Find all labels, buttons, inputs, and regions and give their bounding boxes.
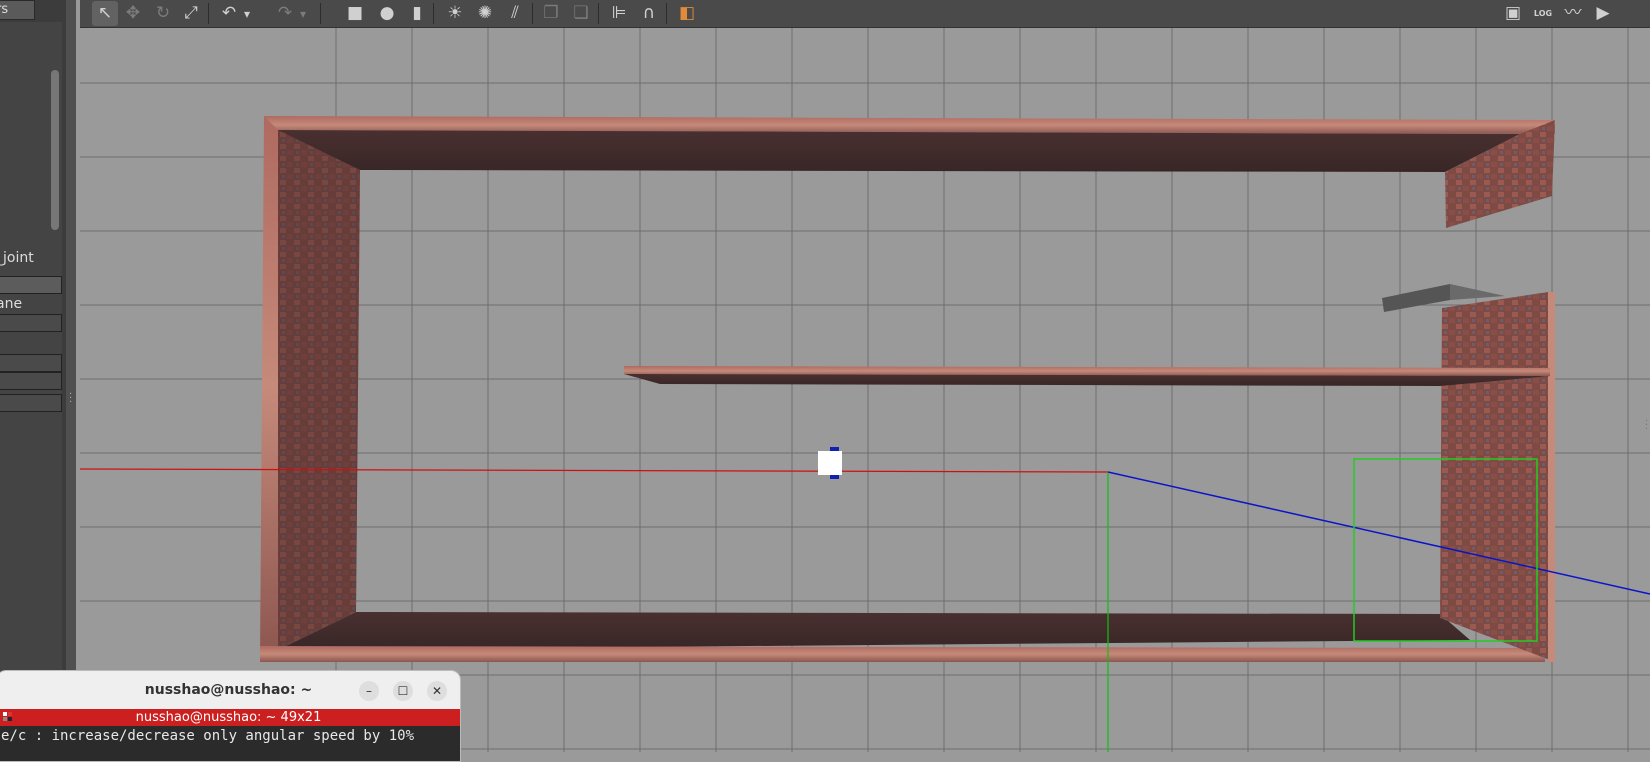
robot-model xyxy=(818,447,842,479)
wall-bottom xyxy=(260,612,1545,662)
sphere-shape-icon[interactable]: ● xyxy=(374,1,400,26)
right-splitter-grip-icon[interactable]: · · · xyxy=(1645,417,1648,435)
terminal-title: nusshao@nusshao: ~ xyxy=(144,682,313,698)
toolbar: ↖ ✥ ↻ ⤢ ↶ ▾ ↷ ▾ ■ ● ▮ ☀ ✺ ⫽ ❐ ❏ ⊫ ∩ ◧ ▣ … xyxy=(80,0,1650,28)
plot-icon[interactable]: 〰 xyxy=(1560,1,1586,26)
video-record-icon[interactable]: ▶ xyxy=(1590,1,1616,26)
scale-mode-icon[interactable]: ⤢ xyxy=(178,1,204,26)
change-view-icon[interactable]: ◧ xyxy=(674,1,700,26)
model-tree: _joint ane xyxy=(0,22,62,674)
translate-mode-icon[interactable]: ✥ xyxy=(120,1,146,26)
tree-row[interactable] xyxy=(0,314,62,332)
scene-render xyxy=(80,28,1650,752)
select-mode-icon[interactable]: ↖ xyxy=(92,1,118,26)
tree-item-joint[interactable]: _joint xyxy=(0,248,62,268)
tree-row[interactable] xyxy=(0,394,62,412)
layers-tab[interactable]: ers xyxy=(0,0,35,20)
wall-top xyxy=(264,116,1555,228)
redo-icon[interactable]: ↷ xyxy=(272,1,298,26)
terminal-output-line: e/c : increase/decrease only angular spe… xyxy=(1,728,415,744)
tree-row-selected[interactable] xyxy=(0,276,62,294)
rotate-mode-icon[interactable]: ↻ xyxy=(150,1,176,26)
undo-icon[interactable]: ↶ xyxy=(216,1,242,26)
toolbar-separator xyxy=(433,3,434,24)
grey-slab xyxy=(1382,284,1450,312)
toolbar-separator xyxy=(208,3,209,24)
directional-light-icon[interactable]: ⫽ xyxy=(502,1,528,26)
terminal-window[interactable]: nusshao@nusshao: ~ – ☐ ✕ nusshao@nusshao… xyxy=(0,670,461,762)
point-light-icon[interactable]: ☀ xyxy=(442,1,468,26)
minimize-button[interactable]: – xyxy=(359,681,379,701)
close-button[interactable]: ✕ xyxy=(427,681,447,701)
snap-icon[interactable]: ∩ xyxy=(636,1,662,26)
splitter-grip-icon: · · · xyxy=(69,389,73,408)
3d-viewport[interactable]: · · · xyxy=(80,28,1650,752)
tree-row[interactable] xyxy=(0,354,62,372)
left-panel: ers _joint ane xyxy=(0,0,66,752)
tree-scrollbar[interactable] xyxy=(51,70,59,230)
box-shape-icon[interactable]: ■ xyxy=(342,1,368,26)
maximize-button[interactable]: ☐ xyxy=(393,681,413,701)
screenshot-icon[interactable]: ▣ xyxy=(1500,1,1526,26)
align-icon[interactable]: ⊫ xyxy=(606,1,632,26)
toolbar-separator xyxy=(666,3,667,24)
toolbar-separator xyxy=(532,3,533,24)
copy-icon[interactable]: ❐ xyxy=(538,1,564,26)
cylinder-shape-icon[interactable]: ▮ xyxy=(404,1,430,26)
x-axis-line xyxy=(80,468,1109,473)
log-icon[interactable]: LOG xyxy=(1530,1,1556,26)
wall-left xyxy=(260,116,360,658)
terminal-tab-title: nusshao@nusshao: ~ 49x21 xyxy=(135,710,322,725)
undo-dropdown-icon[interactable]: ▾ xyxy=(240,1,254,26)
paste-icon[interactable]: ❏ xyxy=(568,1,594,26)
terminal-app-icon xyxy=(3,712,12,721)
z-axis-line xyxy=(1107,471,1650,595)
tree-row[interactable] xyxy=(0,372,62,390)
toolbar-separator xyxy=(320,3,321,24)
spot-light-icon[interactable]: ✺ xyxy=(472,1,498,26)
redo-dropdown-icon[interactable]: ▾ xyxy=(296,1,310,26)
panel-splitter[interactable]: · · · xyxy=(66,0,76,752)
terminal-body[interactable]: e/c : increase/decrease only angular spe… xyxy=(0,726,460,761)
wall-middle xyxy=(624,366,1550,386)
tree-item-plane[interactable]: ane xyxy=(0,294,62,314)
terminal-tab[interactable]: nusshao@nusshao: ~ 49x21 xyxy=(0,709,460,726)
toolbar-separator xyxy=(598,3,599,24)
